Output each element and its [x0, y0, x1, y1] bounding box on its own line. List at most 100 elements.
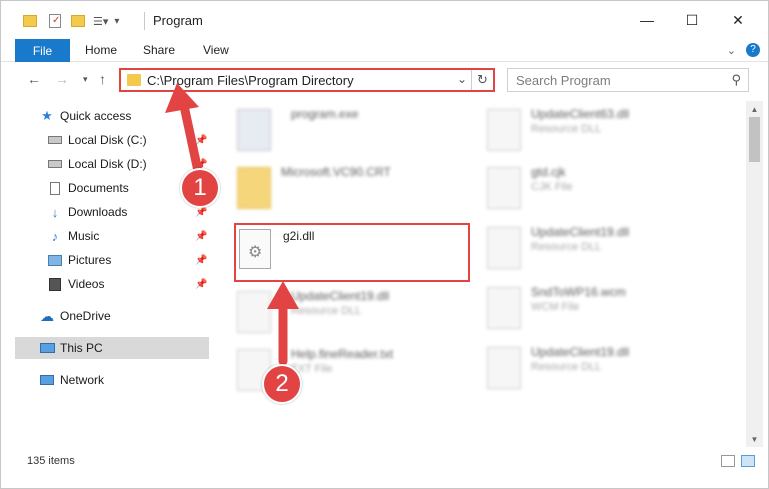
- sidebar-item-quick-access[interactable]: ★ Quick access: [15, 105, 209, 127]
- recent-locations-icon[interactable]: ▾: [83, 74, 88, 85]
- ribbon-tabs: File Home Share View ⌄ ?: [1, 39, 768, 62]
- address-bar[interactable]: C:\Program Files\Program Directory ⌄ ↻: [119, 68, 495, 92]
- drive-icon: [47, 132, 63, 148]
- file-name: UpdateClient63.dll: [531, 107, 630, 121]
- sidebar-item-label: Local Disk (C:): [68, 133, 147, 147]
- file-name: program.exe: [291, 107, 359, 121]
- sidebar-item-label: Documents: [68, 181, 129, 195]
- search-icon[interactable]: ⚲: [731, 72, 741, 88]
- tab-view[interactable]: View: [203, 43, 229, 57]
- dll-file-icon: [487, 347, 521, 389]
- dll-file-icon: [487, 227, 521, 269]
- dll-file-icon: [237, 291, 271, 333]
- back-arrow-icon[interactable]: ←: [27, 71, 41, 87]
- file-name: Help.fineReader.txt: [291, 347, 394, 361]
- scroll-down-icon[interactable]: ▼: [746, 431, 763, 447]
- pin-icon[interactable]: 📌: [195, 279, 207, 290]
- pin-icon[interactable]: 📌: [195, 135, 207, 146]
- forward-arrow-icon[interactable]: →: [55, 71, 69, 87]
- star-icon: ★: [41, 108, 53, 123]
- file-name: UpdateClient19.dll: [531, 225, 630, 239]
- scroll-up-icon[interactable]: ▲: [746, 101, 763, 117]
- chevron-down-icon[interactable]: ⌄: [457, 72, 467, 86]
- tab-file[interactable]: File: [15, 39, 70, 62]
- file-type: Resource DLL: [531, 361, 602, 373]
- folder-icon: [237, 167, 271, 209]
- file-type: Resource DLL: [291, 305, 362, 317]
- folder-icon[interactable]: [23, 15, 37, 27]
- item-count: 135 items: [27, 455, 75, 467]
- file-name: Microsoft.VC90.CRT: [281, 165, 391, 179]
- large-icons-view-icon[interactable]: [741, 455, 755, 467]
- sidebar-item-local-disk-c[interactable]: Local Disk (C:) 📌: [15, 129, 209, 151]
- sidebar-item-onedrive[interactable]: ☁ OneDrive: [15, 305, 209, 327]
- tab-home[interactable]: Home: [85, 43, 117, 57]
- file-type: Resource DLL: [531, 241, 602, 253]
- step-badge-2: 2: [262, 364, 302, 404]
- sidebar-item-network[interactable]: Network: [15, 369, 209, 391]
- file-name: gtd.cjk: [531, 165, 566, 179]
- documents-icon: [47, 180, 63, 196]
- sidebar-item-label: Quick access: [60, 109, 132, 123]
- close-button[interactable]: ✕: [715, 1, 761, 39]
- new-folder-icon[interactable]: [71, 15, 85, 27]
- details-view-icon[interactable]: [721, 455, 735, 467]
- maximize-button[interactable]: ☐: [669, 1, 715, 39]
- list-item[interactable]: SndToWP16.wcm WCM File: [481, 279, 711, 335]
- file-icon: [487, 287, 521, 329]
- sidebar-item-local-disk-d[interactable]: Local Disk (D:) 📌: [15, 153, 209, 175]
- navigation-pane: ★ Quick access Local Disk (C:) 📌 Local D…: [15, 101, 209, 447]
- list-item[interactable]: program.exe: [231, 101, 461, 157]
- minimize-button[interactable]: —: [624, 1, 670, 39]
- sidebar-item-videos[interactable]: Videos 📌: [15, 273, 209, 295]
- explorer-window: ✓ ☰▾ ▾ Program — ☐ ✕ File Home Share Vie…: [0, 0, 769, 489]
- customize-toolbar-icon[interactable]: ☰▾: [93, 15, 108, 28]
- list-item[interactable]: UpdateClient19.dll Resource DLL: [481, 339, 711, 395]
- folder-icon: [127, 74, 141, 86]
- help-icon[interactable]: ?: [746, 43, 760, 57]
- list-item[interactable]: gtd.cjk CJK File: [481, 159, 711, 215]
- music-icon: ♪: [51, 228, 59, 244]
- search-input[interactable]: Search Program ⚲: [507, 68, 749, 92]
- sidebar-item-downloads[interactable]: ↓ Downloads 📌: [15, 201, 209, 223]
- sidebar-item-label: Music: [68, 229, 100, 243]
- list-item[interactable]: UpdateClient19.dll Resource DLL: [231, 283, 461, 339]
- list-item[interactable]: Microsoft.VC90.CRT: [231, 159, 461, 215]
- list-item[interactable]: UpdateClient19.dll Resource DLL: [481, 219, 711, 275]
- pin-icon[interactable]: 📌: [195, 207, 207, 218]
- status-bar: 135 items: [15, 451, 763, 473]
- properties-icon[interactable]: ✓: [49, 14, 61, 28]
- window-title: Program: [153, 13, 203, 28]
- file-type: CJK File: [531, 181, 573, 193]
- ribbon-right-controls: ⌄ ?: [727, 43, 760, 57]
- view-toggle-group: [721, 455, 755, 467]
- address-path[interactable]: C:\Program Files\Program Directory: [147, 73, 354, 88]
- sidebar-item-music[interactable]: ♪ Music 📌: [15, 225, 209, 247]
- pictures-icon: [47, 252, 63, 268]
- sidebar-item-label: Network: [60, 373, 105, 387]
- title-bar: ✓ ☰▾ ▾ Program — ☐ ✕: [1, 1, 768, 39]
- sidebar-item-label: Local Disk (D:): [68, 157, 147, 171]
- refresh-icon[interactable]: ↻: [471, 70, 493, 90]
- exe-file-icon: [237, 109, 271, 151]
- expand-ribbon-icon[interactable]: ⌄: [727, 44, 736, 57]
- file-type: WCM File: [531, 301, 580, 313]
- scroll-thumb[interactable]: [749, 117, 760, 162]
- pin-icon[interactable]: 📌: [195, 231, 207, 242]
- videos-icon: [47, 276, 63, 292]
- chevron-down-icon[interactable]: ▾: [114, 16, 119, 27]
- sidebar-item-pictures[interactable]: Pictures 📌: [15, 249, 209, 271]
- file-name: UpdateClient19.dll: [531, 345, 630, 359]
- file-highlight-box: [234, 223, 470, 282]
- navigation-bar: ← → ▾ ↑ C:\Program Files\Program Directo…: [1, 63, 768, 97]
- vertical-scrollbar[interactable]: ▲ ▼: [746, 101, 763, 447]
- tab-share[interactable]: Share: [143, 43, 175, 57]
- download-icon: ↓: [51, 204, 59, 220]
- sidebar-item-label: OneDrive: [60, 309, 111, 323]
- sidebar-item-this-pc[interactable]: This PC: [15, 337, 209, 359]
- sidebar-item-label: Videos: [68, 277, 105, 291]
- list-item[interactable]: UpdateClient63.dll Resource DLL: [481, 101, 711, 157]
- file-icon: [487, 167, 521, 209]
- up-arrow-icon[interactable]: ↑: [99, 71, 106, 87]
- pin-icon[interactable]: 📌: [195, 255, 207, 266]
